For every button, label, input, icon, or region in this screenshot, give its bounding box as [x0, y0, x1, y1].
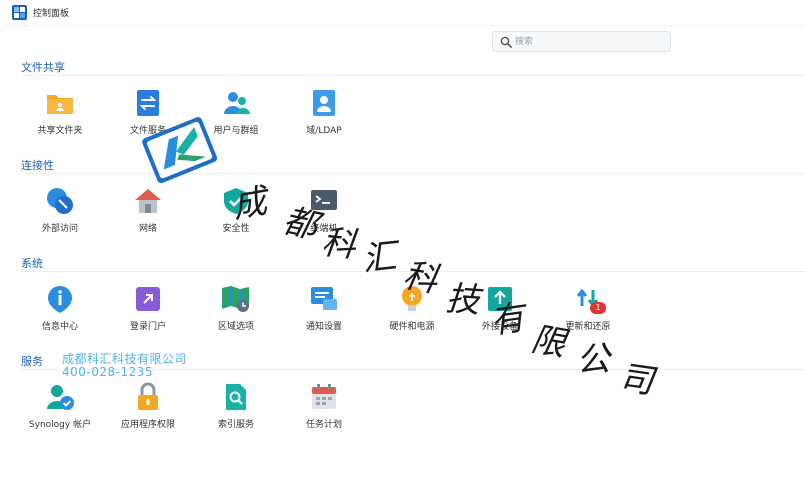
section-title-system: 系统 [21, 257, 43, 270]
item-regional-options[interactable]: 区域选项 [196, 284, 276, 354]
lock-icon [138, 382, 158, 410]
item-network[interactable]: 网络 [108, 186, 188, 256]
shared-folder-icon [47, 95, 73, 114]
item-label: 登录门户 [129, 322, 166, 332]
item-label: 外部访问 [41, 224, 78, 234]
item-indexing-service[interactable]: 索引服务 [196, 382, 276, 452]
synology-account-icon [47, 385, 74, 410]
section-divider [21, 173, 805, 174]
item-domain-ldap[interactable]: 域/LDAP [284, 88, 364, 158]
item-login-portal[interactable]: 登录门户 [108, 284, 188, 354]
item-label: 网络 [138, 224, 157, 234]
item-label: 硬件和电源 [389, 322, 435, 332]
watermark-phone: 400-028-1235 [62, 365, 154, 379]
item-label: 任务计划 [305, 420, 342, 430]
domain-ldap-icon [313, 90, 335, 116]
watermark-char: 有 [488, 299, 527, 342]
title-bar: 控制面板 [0, 0, 805, 26]
item-app-privileges[interactable]: 应用程序权限 [108, 382, 188, 452]
item-task-scheduler[interactable]: 任务计划 [284, 382, 364, 452]
login-portal-icon [136, 287, 160, 311]
section-divider [21, 75, 805, 76]
watermark-char: 汇 [360, 238, 399, 279]
calendar-icon [312, 384, 336, 409]
external-access-icon [47, 188, 73, 214]
section-title-connectivity: 连接性 [21, 159, 54, 172]
item-external-access[interactable]: 外部访问 [20, 186, 100, 256]
user-group-icon [224, 92, 250, 114]
item-label: 应用程序权限 [120, 420, 175, 430]
search-input[interactable] [515, 34, 665, 49]
watermark-char: 司 [617, 359, 656, 402]
company-logo-watermark [142, 117, 218, 184]
window-title: 控制面板 [33, 9, 70, 19]
section-title-file-sharing: 文件共享 [21, 61, 65, 74]
watermark-char: 成 [229, 183, 270, 226]
item-shared-folder[interactable]: 共享文件夹 [20, 88, 100, 158]
item-notification[interactable]: 通知设置 [284, 284, 364, 354]
item-label: 通知设置 [305, 322, 342, 332]
section-title-services: 服务 [21, 355, 43, 368]
watermark-char: 科 [319, 224, 358, 265]
index-search-icon [226, 384, 246, 410]
network-house-icon [135, 189, 161, 213]
watermark-char: 限 [528, 321, 569, 364]
control-panel-icon [12, 5, 27, 20]
regional-map-icon [222, 286, 249, 312]
item-label: 域/LDAP [306, 126, 342, 136]
item-synology-account[interactable]: Synology 帐户 [20, 382, 100, 452]
item-label: 信息中心 [41, 322, 78, 332]
watermark-char: 技 [444, 280, 481, 321]
search-box[interactable] [492, 31, 671, 52]
notification-message-icon [311, 287, 337, 310]
item-label: 索引服务 [217, 420, 254, 430]
watermark-char: 公 [575, 340, 612, 381]
item-info-center[interactable]: 信息中心 [20, 284, 100, 354]
search-icon [500, 36, 512, 48]
item-label: 区域选项 [217, 322, 254, 332]
info-center-icon [48, 286, 72, 313]
item-label: Synology 帐户 [28, 420, 92, 430]
item-label: 共享文件夹 [37, 126, 83, 136]
update-count-badge: 1 [590, 302, 606, 314]
